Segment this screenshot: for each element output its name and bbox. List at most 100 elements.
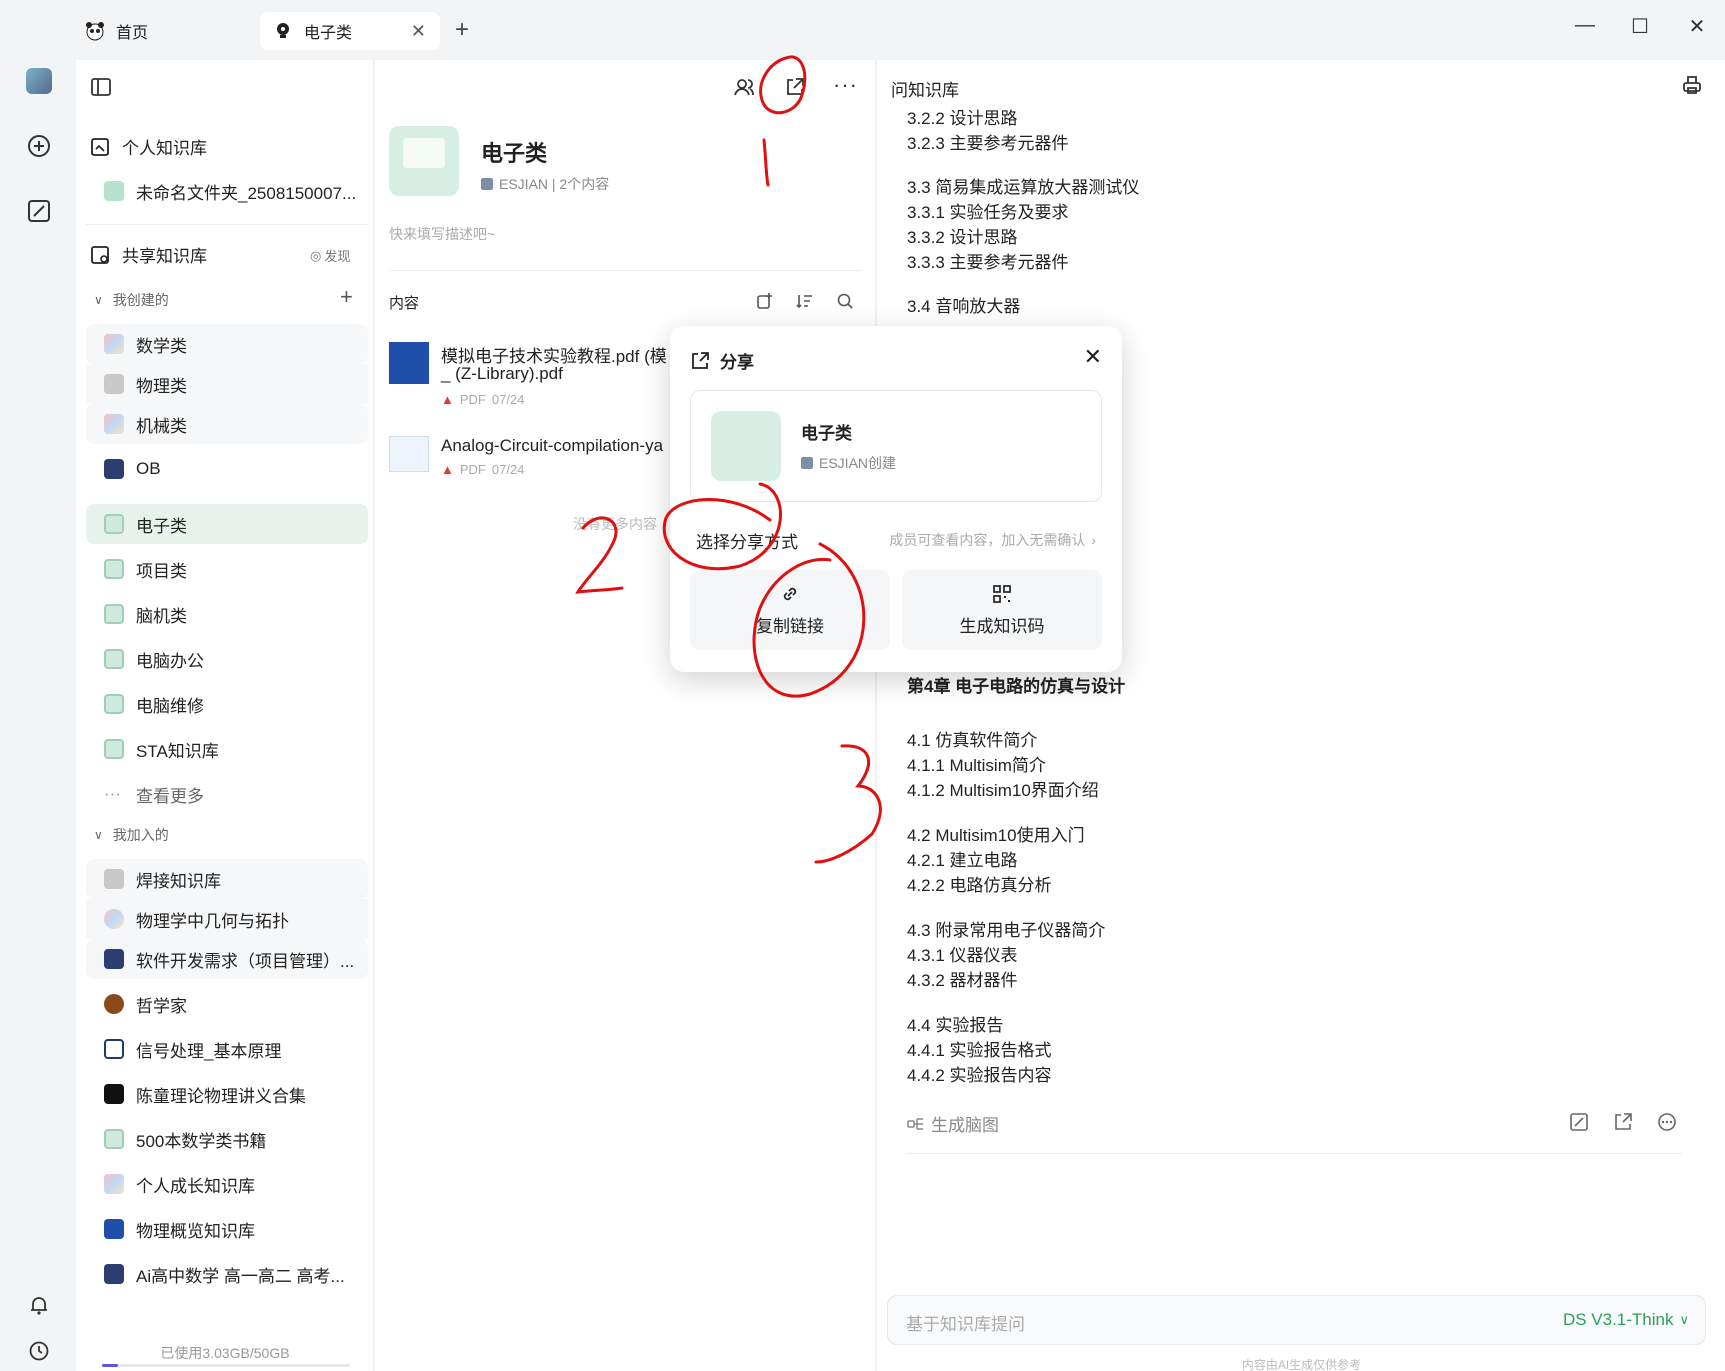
personal-kb-header[interactable]: 个人知识库	[90, 134, 207, 159]
choose-share-label: 选择分享方式	[696, 533, 798, 552]
sidebar-item-sta[interactable]: STA知识库	[86, 729, 368, 769]
share-button[interactable]	[784, 76, 806, 103]
sidebar-item-physics-lectures[interactable]: 陈童理论物理讲义合集	[86, 1074, 368, 1114]
sidebar-item-label: 信号处理_基本原理	[136, 1041, 282, 1061]
sidebar-item-math-books[interactable]: 500本数学类书籍	[86, 1119, 368, 1159]
members-button[interactable]	[733, 76, 755, 103]
more-icon[interactable]: ···	[833, 72, 858, 98]
storage-usage: 已使用3.03GB/50GB	[160, 1345, 290, 1361]
generate-code-button[interactable]: 生成知识码	[902, 570, 1102, 650]
joined-group-header[interactable]: ∨ 我加入的	[94, 825, 169, 845]
kb-icon	[104, 334, 124, 354]
search-button[interactable]	[836, 292, 854, 315]
sidebar-item-label: OB	[136, 459, 161, 478]
sidebar-item-projects[interactable]: 项目类	[86, 549, 368, 589]
sidebar: 个人知识库 未命名文件夹_2508150007... 共享知识库 ◎ 发现 ∨ …	[76, 60, 374, 1371]
add-file-icon	[757, 293, 772, 309]
notification-button[interactable]	[24, 1290, 54, 1320]
chevron-down-icon: ∨	[94, 828, 103, 842]
sidebar-item-label: 数学类	[136, 336, 187, 356]
sidebar-item-ob[interactable]: OB	[86, 449, 368, 489]
compass-icon: ◎	[310, 247, 322, 263]
file-title[interactable]: Analog-Circuit-compilation-ya	[441, 436, 663, 456]
shared-kb-icon	[91, 245, 109, 264]
sidebar-item-mechanics[interactable]: 机械类	[86, 404, 368, 444]
toc-line: 3.2.2 设计思路	[907, 109, 1018, 128]
pdf-icon: ▲	[441, 462, 454, 477]
created-group-header[interactable]: ∨ 我创建的	[94, 290, 169, 310]
see-more-button[interactable]: ··· 查看更多	[86, 774, 368, 814]
kb-share-card: 电子类 ESJIAN创建	[690, 390, 1102, 502]
discover-button[interactable]: ◎ 发现	[310, 246, 350, 265]
sidebar-item-growth[interactable]: 个人成长知识库	[86, 1164, 368, 1204]
sidebar-item-office[interactable]: 电脑办公	[86, 639, 368, 679]
history-button[interactable]	[24, 1336, 54, 1366]
sidebar-item-bci[interactable]: 脑机类	[86, 594, 368, 634]
kb-icon	[104, 1039, 124, 1059]
toc-line: 4.3 附录常用电子仪器简介	[907, 921, 1106, 940]
kb-icon	[104, 1264, 124, 1284]
print-button[interactable]	[1681, 74, 1703, 101]
sidebar-item-welding[interactable]: 焊接知识库	[86, 859, 368, 899]
bulb-plus-icon	[28, 135, 50, 157]
member-permission-link[interactable]: 成员可查看内容，加入无需确认 ›	[889, 530, 1096, 550]
sidebar-item-signal[interactable]: 信号处理_基本原理	[86, 1029, 368, 1069]
add-kb-button[interactable]: +	[340, 284, 353, 310]
avatar[interactable]	[24, 66, 54, 96]
owner-avatar	[481, 178, 493, 190]
sidebar-toggle-button[interactable]	[90, 76, 112, 103]
sidebar-item-software[interactable]: 软件开发需求（项目管理）...	[86, 939, 368, 979]
mindmap-button[interactable]: 生成脑图	[907, 1111, 999, 1136]
tab-electronics[interactable]: 电子类 ✕	[260, 12, 440, 50]
personal-kb-icon	[91, 137, 109, 156]
sidebar-item-label: Ai高中数学 高一高二 高考...	[136, 1266, 345, 1286]
new-tab-button[interactable]: +	[455, 16, 469, 44]
toc-line: 4.2.1 建立电路	[907, 851, 1018, 870]
divider	[907, 1153, 1682, 1154]
share-answer-button[interactable]	[1613, 1112, 1633, 1137]
file-title-cont[interactable]: _ (Z-Library).pdf	[441, 364, 563, 384]
shared-kb-header[interactable]: 共享知识库	[90, 242, 207, 267]
more-answer-button[interactable]	[1657, 1112, 1677, 1137]
sidebar-item-ai-math[interactable]: Ai高中数学 高一高二 高考...	[86, 1254, 368, 1294]
window-close-button[interactable]: ✕	[1682, 14, 1712, 39]
minimize-button[interactable]: —	[1570, 14, 1600, 37]
sidebar-item-topology[interactable]: 物理学中几何与拓扑	[86, 899, 368, 939]
copy-link-label: 复制链接	[756, 616, 824, 636]
sidebar-item-label: 电脑维修	[136, 696, 204, 716]
close-icon[interactable]: ✕	[411, 21, 426, 42]
tab-home[interactable]: 首页	[72, 12, 247, 50]
sidebar-item-physics[interactable]: 物理类	[86, 364, 368, 404]
new-chat-button[interactable]	[24, 132, 54, 162]
sidebar-item-label: 电脑办公	[136, 651, 204, 671]
storage-bar-fill	[102, 1364, 118, 1367]
toc-block: 4.4 实验报告 4.4.1 实验报告格式 4.4.2 实验报告内容	[907, 1013, 1052, 1088]
toc-block: 4.2 Multisim10使用入门 4.2.1 建立电路 4.2.2 电路仿真…	[907, 823, 1085, 898]
sidebar-item-philosophers[interactable]: 哲学家	[86, 984, 368, 1024]
maximize-button[interactable]: ☐	[1625, 14, 1655, 39]
ask-input-box[interactable]: 基于知识库提问 DS V3.1-Think ∨	[887, 1295, 1706, 1345]
sort-button[interactable]	[796, 292, 814, 315]
toc-line: 4.3.1 仪器仪表	[907, 946, 1018, 965]
sidebar-item-label: 陈童理论物理讲义合集	[136, 1086, 306, 1106]
edit-answer-button[interactable]	[1569, 1112, 1589, 1137]
sidebar-item-math[interactable]: 数学类	[86, 324, 368, 364]
write-button[interactable]	[24, 196, 54, 226]
creator-text: ESJIAN创建	[819, 455, 897, 471]
kb-icon	[104, 414, 124, 434]
search-icon	[837, 293, 853, 309]
sidebar-item-repair[interactable]: 电脑维修	[86, 684, 368, 724]
member-hint-text: 成员可查看内容，加入无需确认	[889, 532, 1086, 548]
kb-meta-text: ESJIAN | 2个内容	[499, 176, 610, 192]
model-selector[interactable]: DS V3.1-Think ∨	[1563, 1310, 1689, 1330]
add-content-button[interactable]	[756, 292, 774, 315]
card-kb-name: 电子类	[801, 424, 852, 443]
description-placeholder[interactable]: 快来填写描述吧~	[389, 224, 495, 244]
copy-link-button[interactable]: 复制链接	[690, 570, 890, 650]
dialog-close-icon[interactable]: ✕	[1084, 344, 1102, 370]
sidebar-item-untitled-folder[interactable]: 未命名文件夹_2508150007...	[86, 171, 368, 211]
sidebar-item-label: 哲学家	[136, 996, 187, 1016]
sidebar-item-physics-overview[interactable]: 物理概览知识库	[86, 1209, 368, 1249]
sidebar-item-electronics[interactable]: 电子类	[86, 504, 368, 544]
mindmap-label: 生成脑图	[931, 1116, 999, 1135]
